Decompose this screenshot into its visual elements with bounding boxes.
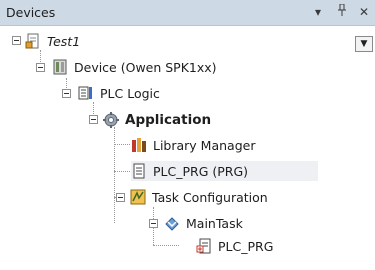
tree-node-maintask[interactable]: MainTask [164, 213, 243, 233]
collapse-plc-logic-icon[interactable] [62, 89, 71, 98]
pou-icon [131, 163, 147, 179]
task-icon [164, 215, 180, 231]
tree-node-label: PLC_PRG (PRG) [153, 163, 249, 179]
devices-panel-titlebar: Devices ▾ ✕ [0, 0, 375, 26]
plc-logic-icon [78, 85, 94, 101]
task-configuration-icon [130, 189, 146, 205]
tree-guide-line [114, 127, 115, 223]
collapse-test1-icon[interactable] [12, 36, 21, 45]
tree-guide-line [114, 171, 130, 172]
pin-icon[interactable] [333, 3, 351, 21]
tree-guide-line [93, 102, 94, 114]
tree-node-plc-prg-pou[interactable]: PLC_PRG (PRG) [131, 161, 318, 181]
panel-title: Devices [6, 5, 56, 20]
tree-node-test1[interactable]: Test1 [25, 31, 80, 51]
tree-node-plc-prg-call[interactable]: PLC_PRG [196, 236, 273, 256]
program-call-icon [196, 238, 212, 254]
application-gear-icon [103, 112, 119, 128]
tree-node-library-manager[interactable]: Library Manager [131, 135, 255, 155]
tree-node-label: Task Configuration [152, 189, 268, 205]
close-panel-icon[interactable]: ✕ [355, 3, 373, 21]
tree-node-label: PLC_PRG [218, 238, 274, 254]
device-icon [52, 59, 68, 75]
devices-tree-panel: ▼ Test1 Device (Owen SPK1xx) PLC Logic A… [0, 26, 375, 270]
tree-guide-line [153, 245, 179, 246]
tree-guide-line [114, 144, 130, 145]
tree-node-application[interactable]: Application [103, 110, 211, 130]
tree-node-label: MainTask [186, 215, 243, 231]
tree-node-label: Application [125, 112, 212, 128]
library-manager-icon [131, 137, 147, 153]
collapse-application-icon[interactable] [89, 115, 98, 124]
tree-node-label: Device (Owen SPK1xx) [74, 59, 217, 75]
project-icon [25, 33, 41, 49]
collapse-maintask-icon[interactable] [149, 219, 158, 228]
tree-node-plc-logic[interactable]: PLC Logic [78, 83, 160, 103]
tree-guide-line [40, 50, 41, 62]
tree-node-device[interactable]: Device (Owen SPK1xx) [52, 57, 217, 77]
collapse-device-icon[interactable] [36, 63, 45, 72]
collapse-task-configuration-icon[interactable] [116, 193, 125, 202]
tree-node-task-configuration[interactable]: Task Configuration [130, 187, 268, 207]
tree-options-dropdown-button[interactable]: ▼ [355, 36, 373, 52]
tree-node-label: Test1 [47, 33, 81, 49]
tree-node-label: Library Manager [153, 137, 256, 153]
panel-menu-dropdown-icon[interactable]: ▾ [309, 3, 327, 21]
tree-node-label: PLC Logic [100, 85, 160, 101]
